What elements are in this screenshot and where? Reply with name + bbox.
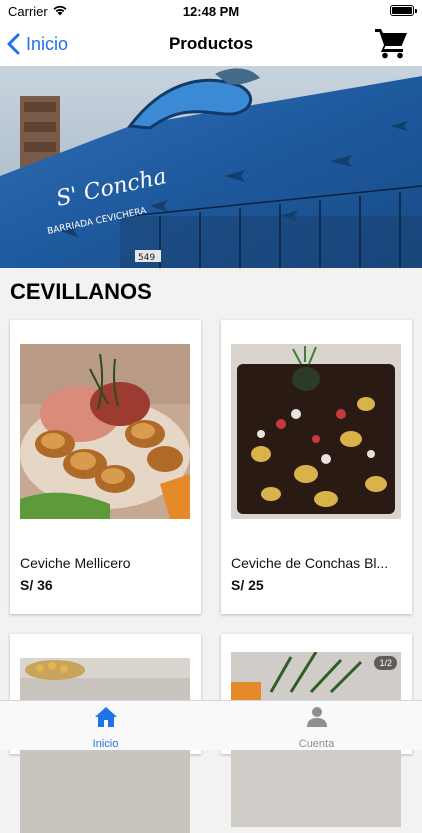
hero-banner-image: S' Concha BARRIADA CEVICHERA 549 [0,66,422,268]
navigation-bar: Inicio Productos [0,22,422,66]
product-card-ceviche-mellicero[interactable]: Ceviche Mellicero S/ 36 [10,320,201,614]
clock: 12:48 PM [182,4,240,19]
home-icon [94,707,117,727]
tab-cuenta[interactable]: Cuenta [211,701,422,751]
image-pager-badge: 1/2 [374,656,397,670]
product-price: S/ 36 [20,577,53,593]
tab-label: Inicio [92,738,119,750]
product-name: Ceviche de Conchas Bl... [231,555,389,571]
tab-label: Cuenta [298,738,335,750]
product-image [20,344,190,519]
tab-bar: Inicio Cuenta [0,700,422,750]
status-bar: Carrier 12:48 PM [0,0,422,22]
page-title: Productos [168,34,254,53]
battery-icon [390,5,417,16]
user-icon [306,707,327,727]
tab-inicio[interactable]: Inicio [0,701,211,751]
product-card-ceviche-conchas[interactable]: Ceviche de Conchas Bl... S/ 25 [221,320,412,614]
product-image [231,344,401,519]
shopping-cart-icon[interactable] [374,27,408,59]
product-name: Ceviche Mellicero [20,555,131,571]
section-title: CEVILLANOS [0,268,422,316]
hero-door-number: 549 [138,253,155,263]
product-price: S/ 25 [231,577,264,593]
